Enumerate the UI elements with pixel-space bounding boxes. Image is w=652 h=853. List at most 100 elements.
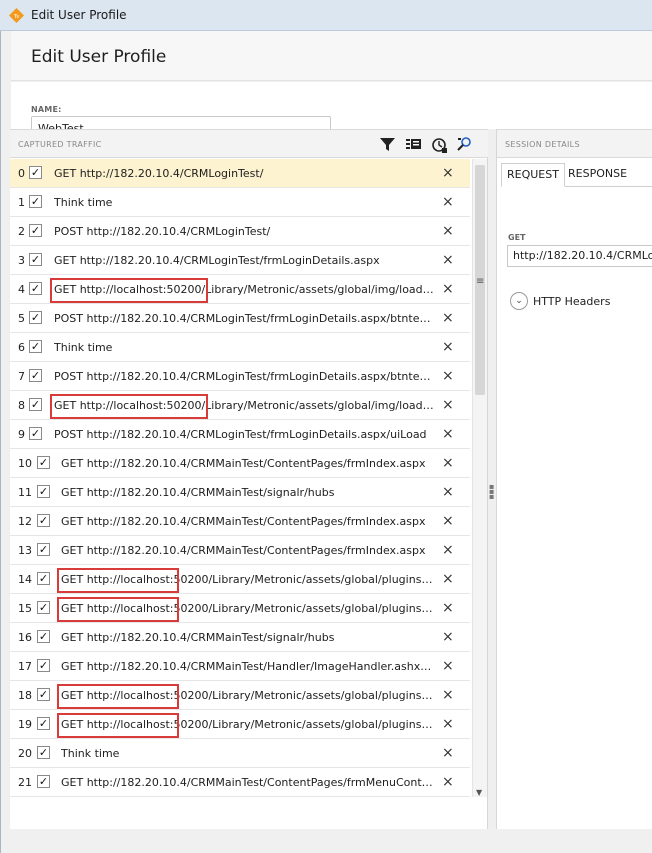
delete-row-icon[interactable]: × xyxy=(442,745,454,761)
traffic-row[interactable]: 1 ✓ Think time × xyxy=(10,188,470,217)
delete-row-icon[interactable]: × xyxy=(442,165,454,181)
delete-row-icon[interactable]: × xyxy=(442,397,454,413)
row-checkbox[interactable]: ✓ xyxy=(37,630,50,643)
tab-response[interactable]: RESPONSE xyxy=(563,163,632,187)
row-checkbox[interactable]: ✓ xyxy=(37,775,50,788)
traffic-row[interactable]: 10 ✓ GET http://182.20.10.4/CRMMainTest/Co… xyxy=(10,449,470,478)
traffic-row[interactable]: 8 ✓ GET http://localhost:50200/Library/Met… xyxy=(10,391,470,420)
traffic-row[interactable]: 14 ✓ GET http://localhost:50200/Library/Me… xyxy=(10,565,470,594)
row-checkbox[interactable]: ✓ xyxy=(29,427,42,440)
session-details-header: SESSION DETAILS xyxy=(497,129,652,158)
traffic-row[interactable]: 0 ✓ GET http://182.20.10.4/CRMLoginTest/ × xyxy=(10,159,470,188)
row-index: 7 xyxy=(18,370,25,383)
row-checkbox[interactable]: ✓ xyxy=(37,717,50,730)
row-request-text: GET http://localhost:50200/Library/Metro… xyxy=(61,602,434,615)
delete-row-icon[interactable]: × xyxy=(442,426,454,442)
delete-row-icon[interactable]: × xyxy=(442,252,454,268)
traffic-row[interactable]: 9 ✓ POST http://182.20.10.4/CRMLoginTest/f… xyxy=(10,420,470,449)
row-checkbox[interactable]: ✓ xyxy=(29,166,42,179)
row-index: 0 xyxy=(18,167,25,180)
traffic-list: 0 ✓ GET http://182.20.10.4/CRMLoginTest/× 1… xyxy=(10,159,470,797)
delete-row-icon[interactable]: × xyxy=(442,281,454,297)
delete-row-icon[interactable]: × xyxy=(442,194,454,210)
traffic-row[interactable]: 17 ✓ GET http://182.20.10.4/CRMMainTest/Ha… xyxy=(10,652,470,681)
row-checkbox[interactable]: ✓ xyxy=(37,485,50,498)
scrollbar-grip-icon: ≡ xyxy=(476,276,485,287)
row-request-text: GET http://localhost:50200/Library/Metro… xyxy=(54,399,434,412)
row-checkbox[interactable]: ✓ xyxy=(29,282,42,295)
traffic-row[interactable]: 13 ✓ GET http://182.20.10.4/CRMMainTest/Co… xyxy=(10,536,470,565)
row-index: 14 xyxy=(18,573,32,586)
page-title: Edit User Profile xyxy=(31,47,167,67)
row-checkbox[interactable]: ✓ xyxy=(29,253,42,266)
delete-row-icon[interactable]: × xyxy=(442,600,454,616)
row-request-text: Think time xyxy=(54,341,113,354)
delete-row-icon[interactable]: × xyxy=(442,687,454,703)
row-index: 3 xyxy=(18,254,25,267)
tab-request[interactable]: REQUEST xyxy=(501,163,565,187)
row-request-text: GET http://182.20.10.4/CRMMainTest/Conte… xyxy=(61,457,426,470)
delete-row-icon[interactable]: × xyxy=(442,774,454,790)
row-checkbox[interactable]: ✓ xyxy=(29,224,42,237)
row-index: 11 xyxy=(18,486,32,499)
traffic-scrollbar[interactable]: ≡ ▼ xyxy=(472,159,487,797)
row-checkbox[interactable]: ✓ xyxy=(37,543,50,556)
row-request-text: GET http://182.20.10.4/CRMLoginTest/frmL… xyxy=(54,254,380,267)
http-headers-label[interactable]: HTTP Headers xyxy=(533,295,610,308)
row-checkbox[interactable]: ✓ xyxy=(37,572,50,585)
traffic-row[interactable]: 16 ✓ GET http://182.20.10.4/CRMMainTest/si… xyxy=(10,623,470,652)
row-checkbox[interactable]: ✓ xyxy=(29,311,42,324)
traffic-row[interactable]: 4 ✓ GET http://localhost:50200/Library/Met… xyxy=(10,275,470,304)
row-request-text: GET http://182.20.10.4/CRMMainTest/Conte… xyxy=(61,544,426,557)
row-checkbox[interactable]: ✓ xyxy=(37,456,50,469)
list-options-icon[interactable] xyxy=(405,136,422,153)
traffic-row[interactable]: 7 ✓ POST http://182.20.10.4/CRMLoginTest/f… xyxy=(10,362,470,391)
row-request-text: POST http://182.20.10.4/CRMLoginTest/frm… xyxy=(54,428,427,441)
row-checkbox[interactable]: ✓ xyxy=(29,398,42,411)
row-checkbox[interactable]: ✓ xyxy=(37,514,50,527)
delete-row-icon[interactable]: × xyxy=(442,368,454,384)
timer-icon[interactable] xyxy=(431,136,448,153)
search-settings-icon[interactable] xyxy=(456,136,473,153)
row-request-text: POST http://182.20.10.4/CRMLoginTest/ xyxy=(54,225,271,238)
traffic-row[interactable]: 18 ✓ GET http://localhost:50200/Library/Me… xyxy=(10,681,470,710)
panel-splitter[interactable]: ▪ ▪ ▪ xyxy=(488,129,496,829)
row-checkbox[interactable]: ✓ xyxy=(37,659,50,672)
delete-row-icon[interactable]: × xyxy=(442,513,454,529)
row-checkbox[interactable]: ✓ xyxy=(37,601,50,614)
traffic-row[interactable]: 20 ✓ Think time × xyxy=(10,739,470,768)
traffic-row[interactable]: 3 ✓ GET http://182.20.10.4/CRMLoginTest/fr… xyxy=(10,246,470,275)
row-checkbox[interactable]: ✓ xyxy=(37,746,50,759)
traffic-row[interactable]: 19 ✓ GET http://localhost:50200/Library/Me… xyxy=(10,710,470,739)
traffic-row[interactable]: 5 ✓ POST http://182.20.10.4/CRMLoginTest/f… xyxy=(10,304,470,333)
row-checkbox[interactable]: ✓ xyxy=(29,369,42,382)
traffic-row[interactable]: 12 ✓ GET http://182.20.10.4/CRMMainTest/Co… xyxy=(10,507,470,536)
captured-traffic-panel: CAPTURED TRAFFIC 0 ✓ GET http://182.20.10.… xyxy=(10,129,488,829)
row-index: 10 xyxy=(18,457,32,470)
scroll-down-arrow-icon[interactable]: ▼ xyxy=(476,788,482,797)
delete-row-icon[interactable]: × xyxy=(442,542,454,558)
delete-row-icon[interactable]: × xyxy=(442,223,454,239)
chevron-down-icon[interactable]: ⌄ xyxy=(510,292,528,310)
session-details-title: SESSION DETAILS xyxy=(505,140,580,149)
delete-row-icon[interactable]: × xyxy=(442,571,454,587)
delete-row-icon[interactable]: × xyxy=(442,455,454,471)
request-url-field[interactable]: http://182.20.10.4/CRMLoginTest/ xyxy=(507,245,652,267)
traffic-row[interactable]: 15 ✓ GET http://localhost:50200/Library/Me… xyxy=(10,594,470,623)
traffic-row[interactable]: 21 ✓ GET http://182.20.10.4/CRMMainTest/Co… xyxy=(10,768,470,797)
delete-row-icon[interactable]: × xyxy=(442,339,454,355)
delete-row-icon[interactable]: × xyxy=(442,658,454,674)
row-checkbox[interactable]: ✓ xyxy=(29,195,42,208)
row-checkbox[interactable]: ✓ xyxy=(29,340,42,353)
row-checkbox[interactable]: ✓ xyxy=(37,688,50,701)
filter-icon[interactable] xyxy=(379,136,396,153)
delete-row-icon[interactable]: × xyxy=(442,629,454,645)
traffic-row[interactable]: 6 ✓ Think time × xyxy=(10,333,470,362)
row-request-text: POST http://182.20.10.4/CRMLoginTest/frm… xyxy=(54,370,434,383)
delete-row-icon[interactable]: × xyxy=(442,716,454,732)
delete-row-icon[interactable]: × xyxy=(442,310,454,326)
row-request-text: GET http://182.20.10.4/CRMMainTest/Conte… xyxy=(61,515,426,528)
traffic-row[interactable]: 2 ✓ POST http://182.20.10.4/CRMLoginTest/ × xyxy=(10,217,470,246)
delete-row-icon[interactable]: × xyxy=(442,484,454,500)
traffic-row[interactable]: 11 ✓ GET http://182.20.10.4/CRMMainTest/si… xyxy=(10,478,470,507)
